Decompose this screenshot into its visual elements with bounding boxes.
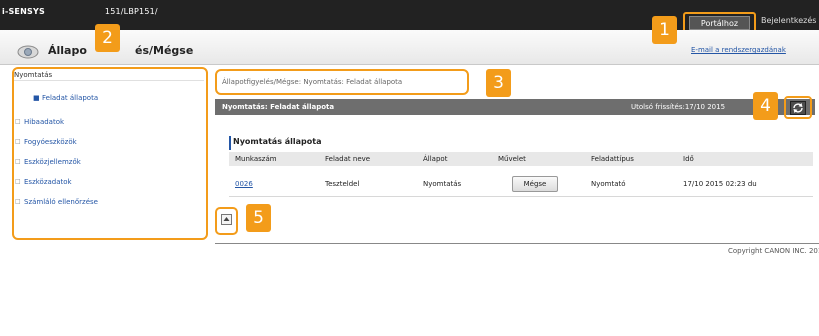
- back-to-top-button[interactable]: [221, 214, 232, 225]
- status-title: Nyomtatás: Feladat állapota: [222, 103, 335, 111]
- bullet-icon: □: [15, 178, 21, 185]
- footer-divider: [215, 243, 819, 244]
- bullet-icon: □: [15, 118, 21, 125]
- sidebar-item-error-info[interactable]: Hibaadatok: [24, 118, 64, 126]
- sidebar-item-device-features[interactable]: Eszközjellemzők: [24, 158, 81, 166]
- bullet-icon: □: [15, 158, 21, 165]
- job-type: Nyomtató: [591, 180, 626, 188]
- job-status: Nyomtatás: [423, 180, 462, 188]
- callout-badge-5: 5: [246, 204, 271, 232]
- sidebar-section-title: Nyomtatás: [14, 71, 53, 79]
- back-to-top-icon: [223, 217, 230, 221]
- row-divider: [229, 196, 813, 197]
- sidebar-highlight: [12, 67, 208, 240]
- job-number-link[interactable]: 0026: [235, 180, 253, 188]
- sidebar-item-consumables[interactable]: Fogyóeszközök: [24, 138, 77, 146]
- device-model: 151/LBP151/: [104, 7, 158, 16]
- portal-button[interactable]: Portálhoz: [689, 16, 750, 30]
- login-link[interactable]: Bejelentkezés: [761, 16, 816, 25]
- bullet-icon: □: [15, 138, 21, 145]
- column-header: Művelet: [498, 155, 526, 163]
- column-header: Munkaszám: [235, 155, 277, 163]
- section-heading-marker: [229, 136, 231, 150]
- page-title-suffix: és/Mégse: [135, 44, 194, 57]
- column-header: Feladattípus: [591, 155, 634, 163]
- page-title: Állapo: [48, 44, 87, 57]
- brand-name: i-SENSYS: [2, 7, 45, 16]
- refresh-icon: [793, 103, 803, 113]
- breadcrumb: Állapotfigyelés/Mégse: Nyomtatás: Felada…: [222, 78, 403, 86]
- last-updated: Utolsó frissítés:17/10 2015: [631, 103, 726, 111]
- bullet-icon: □: [15, 198, 21, 205]
- email-admin-link[interactable]: E-mail a rendszergazdának: [691, 46, 786, 54]
- sidebar-divider: [14, 80, 204, 81]
- callout-badge-3: 3: [486, 69, 511, 97]
- job-time: 17/10 2015 02:23 du: [683, 180, 757, 188]
- section-heading: Nyomtatás állapota: [233, 137, 322, 146]
- column-header: Feladat neve: [325, 155, 371, 163]
- sidebar-item-job-status[interactable]: Feladat állapota: [42, 94, 98, 102]
- callout-badge-1: 1: [652, 16, 677, 44]
- callout-badge-4: 4: [753, 92, 778, 120]
- brand-logo: i-SENSYS 151/LBP151/: [2, 7, 158, 16]
- sidebar-item-counter-check[interactable]: Számláló ellenőrzése: [24, 198, 98, 206]
- sidebar-item-device-info[interactable]: Eszközadatok: [24, 178, 72, 186]
- job-name: Teszteldel: [325, 180, 360, 188]
- copyright: Copyright CANON INC. 2015: [728, 247, 819, 255]
- column-header: Állapot: [423, 155, 448, 163]
- callout-badge-2: 2: [95, 24, 120, 52]
- refresh-button[interactable]: [790, 101, 806, 115]
- column-header: Idő: [683, 155, 694, 163]
- monitor-eye-icon: [17, 45, 39, 59]
- cancel-job-button[interactable]: Mégse: [512, 176, 558, 192]
- active-item-marker-icon: ■: [33, 94, 40, 102]
